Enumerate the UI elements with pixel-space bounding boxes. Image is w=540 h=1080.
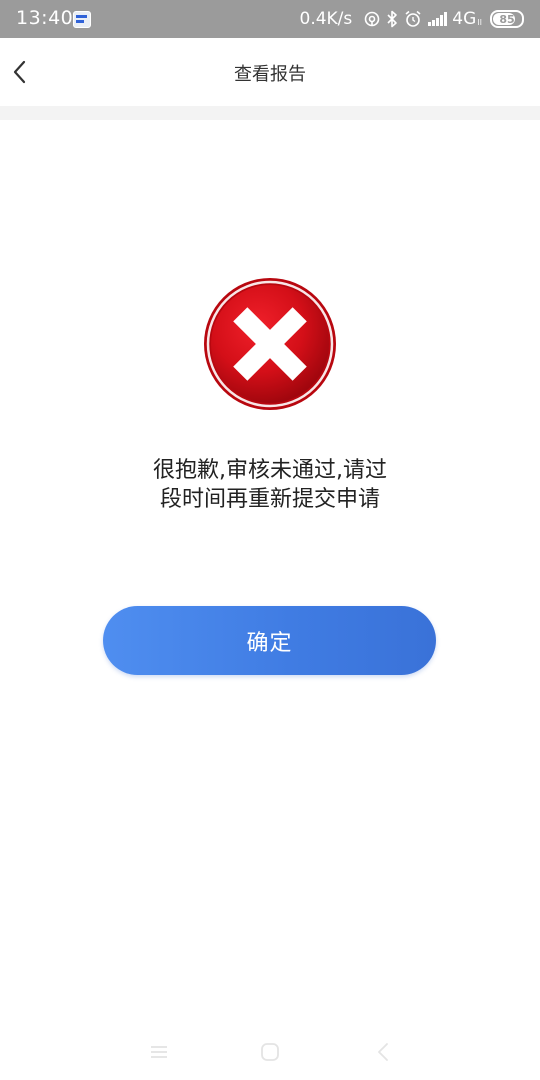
error-x-icon [202,276,338,412]
screen: 13:40 0.4K/s 4G II 85 查看报告 很抱歉,审核未通过,请过 … [0,0,540,1080]
network-type: 4G [452,9,477,29]
network-sub: II [477,17,482,27]
system-nav-bar [0,1022,540,1080]
signal-icon [428,12,448,26]
home-icon [261,1043,279,1061]
alarm-icon [404,10,422,28]
status-time: 13:40 [16,7,74,29]
app-header: 查看报告 [0,38,540,106]
app-notification-icon [73,11,91,28]
header-separator [0,106,540,120]
confirm-button[interactable]: 确定 [103,606,436,675]
home-nav-button[interactable] [256,1038,284,1066]
status-indicators: 0.4K/s 4G II 85 [299,0,524,38]
back-arrow-icon [378,1043,388,1061]
battery-icon: 85 [490,10,524,28]
result-message: 很抱歉,审核未通过,请过 段时间再重新提交申请 [120,456,420,514]
result-message-line-1: 很抱歉,审核未通过,请过 [153,458,387,483]
page-title: 查看报告 [234,64,306,85]
hotspot-icon [364,11,380,27]
result-message-line-2: 段时间再重新提交申请 [159,487,380,512]
bluetooth-icon [386,10,398,28]
network-speed: 0.4K/s [299,9,353,29]
menu-icon [151,1046,167,1058]
menu-nav-button[interactable] [145,1038,173,1066]
battery-level: 85 [499,12,515,26]
back-nav-button[interactable] [370,1038,398,1066]
status-bar: 13:40 0.4K/s 4G II 85 [0,0,540,38]
